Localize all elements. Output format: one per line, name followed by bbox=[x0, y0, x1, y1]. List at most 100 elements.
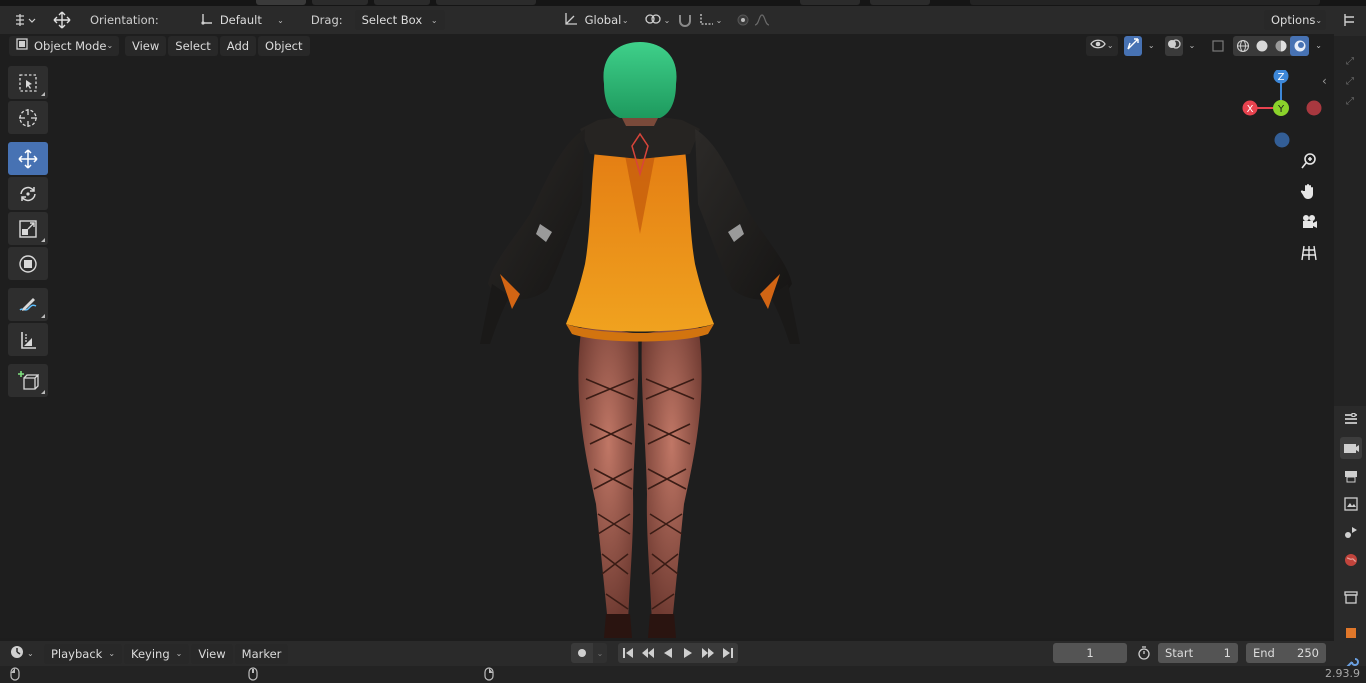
tool-properties-icon[interactable] bbox=[1340, 408, 1362, 430]
view-layer-properties-icon[interactable] bbox=[1340, 493, 1362, 515]
pivot-icon bbox=[644, 12, 662, 29]
outliner-icon[interactable] bbox=[1334, 6, 1366, 34]
viewport-header: Object Mode ⌄ View Select Add Object ⌄ ⌄… bbox=[0, 34, 1334, 57]
3d-viewport[interactable]: Z X Y ‹ bbox=[0, 34, 1334, 638]
gizmo-icon bbox=[1126, 37, 1140, 54]
end-value: 250 bbox=[1297, 646, 1319, 660]
pivot-point-dropdown[interactable]: ⌄ bbox=[640, 10, 672, 30]
output-properties-icon[interactable] bbox=[1340, 465, 1362, 487]
world-properties-icon[interactable] bbox=[1340, 549, 1362, 571]
start-frame-field[interactable]: Start 1 bbox=[1158, 643, 1238, 663]
workspace-tab[interactable] bbox=[436, 0, 536, 5]
workspace-tab[interactable] bbox=[312, 0, 368, 5]
snap-increment-icon bbox=[699, 12, 715, 29]
workspace-tab-active[interactable] bbox=[256, 0, 306, 5]
select-box-icon[interactable] bbox=[8, 66, 48, 99]
gizmo-y-label: Y bbox=[1277, 104, 1285, 115]
cursor-icon[interactable] bbox=[8, 101, 48, 134]
render-properties-icon[interactable] bbox=[1340, 437, 1362, 459]
chevron-down-icon[interactable]: ⌄ bbox=[1315, 41, 1322, 50]
workspace-tab[interactable] bbox=[870, 0, 930, 5]
menu-object[interactable]: Object bbox=[258, 35, 310, 56]
rotate-icon[interactable] bbox=[8, 177, 48, 210]
orientation-icon bbox=[563, 12, 579, 29]
transform-tool-icon[interactable] bbox=[8, 247, 48, 280]
play-icon[interactable] bbox=[678, 643, 698, 663]
overlays-toggle[interactable] bbox=[1164, 35, 1183, 56]
transform-icon[interactable] bbox=[48, 10, 76, 30]
playback-menu[interactable]: Playback ⌄ bbox=[44, 643, 123, 664]
menu-view[interactable]: View bbox=[125, 35, 167, 56]
chevron-down-icon[interactable]: ⌄ bbox=[1189, 41, 1196, 50]
workspace-tab[interactable] bbox=[800, 0, 860, 5]
marker-menu[interactable]: Marker bbox=[234, 643, 289, 664]
add-cube-icon[interactable] bbox=[8, 364, 48, 397]
end-frame-field[interactable]: End 250 bbox=[1246, 643, 1326, 663]
snap-icon[interactable] bbox=[674, 10, 696, 30]
scale-icon[interactable] bbox=[8, 212, 48, 245]
chevron-down-icon[interactable]: ⌄ bbox=[593, 643, 607, 663]
jump-end-icon[interactable] bbox=[718, 643, 738, 663]
snap-target-dropdown[interactable]: ⌄ bbox=[696, 10, 726, 30]
editor-type-icon[interactable] bbox=[10, 10, 40, 30]
move-icon[interactable] bbox=[8, 142, 48, 175]
timeline-view-menu[interactable]: View bbox=[191, 643, 233, 664]
play-reverse-icon[interactable] bbox=[658, 643, 678, 663]
falloff-icon[interactable] bbox=[754, 10, 776, 30]
chevron-down-icon: ⌄ bbox=[621, 15, 629, 25]
collection-properties-icon[interactable] bbox=[1340, 586, 1362, 608]
proportional-icon[interactable] bbox=[732, 10, 754, 30]
keying-label: Keying bbox=[131, 646, 170, 661]
scene-properties-icon[interactable] bbox=[1340, 521, 1362, 543]
measure-icon[interactable] bbox=[8, 323, 48, 356]
jump-start-icon[interactable] bbox=[618, 643, 638, 663]
xray-icon[interactable] bbox=[1209, 36, 1227, 56]
gizmo-x-label: X bbox=[1247, 104, 1254, 115]
stopwatch-icon[interactable] bbox=[1133, 643, 1155, 663]
chevron-down-icon: ⌄ bbox=[430, 15, 438, 25]
drag-dropdown[interactable]: Select Box ⌄ bbox=[354, 10, 445, 30]
current-frame-field[interactable]: 1 bbox=[1053, 643, 1127, 663]
options-dropdown[interactable]: Options ⌄ bbox=[1264, 10, 1326, 30]
tool-variants-indicator bbox=[41, 92, 45, 96]
orientation-dropdown[interactable]: Default ⌄ bbox=[193, 10, 291, 30]
record-icon[interactable] bbox=[571, 643, 593, 663]
workspace-tab[interactable] bbox=[970, 0, 1320, 5]
object-properties-icon[interactable] bbox=[1340, 622, 1362, 644]
hand-icon[interactable] bbox=[1296, 178, 1322, 204]
sidebar-toggle-icon[interactable]: ‹ bbox=[1322, 74, 1327, 88]
menu-select[interactable]: Select bbox=[168, 35, 218, 56]
mode-dropdown[interactable]: Object Mode ⌄ bbox=[9, 35, 119, 56]
chevron-down-icon: ⌄ bbox=[663, 15, 671, 25]
prev-keyframe-icon[interactable] bbox=[638, 643, 658, 663]
menu-add[interactable]: Add bbox=[219, 35, 257, 56]
camera-icon[interactable] bbox=[1296, 209, 1322, 235]
keying-menu[interactable]: Keying ⌄ bbox=[124, 643, 190, 664]
options-label: Options bbox=[1271, 13, 1316, 27]
chevron-down-icon: ⌄ bbox=[175, 649, 183, 658]
tool-settings-header: Orientation: Default ⌄ Drag: Select Box … bbox=[0, 6, 1334, 34]
mouse-left-icon bbox=[10, 667, 20, 683]
tool-shelf bbox=[8, 66, 50, 399]
transform-orientation-dropdown[interactable]: Global ⌄ bbox=[556, 10, 636, 30]
tool-variants-indicator bbox=[41, 238, 45, 242]
annotate-icon[interactable] bbox=[8, 288, 48, 321]
zoom-icon[interactable] bbox=[1296, 148, 1322, 174]
grid-icon[interactable] bbox=[1296, 240, 1322, 266]
visibility-dropdown[interactable]: ⌄ bbox=[1085, 35, 1118, 56]
chevron-down-icon[interactable]: ⌄ bbox=[1148, 41, 1155, 50]
next-keyframe-icon[interactable] bbox=[698, 643, 718, 663]
timeline-editor-dropdown[interactable]: ⌄ bbox=[6, 644, 40, 664]
workspace-tab[interactable] bbox=[374, 0, 430, 5]
outliner-area[interactable]: ⤢ ⤢ ⤢ bbox=[1334, 36, 1366, 406]
wireframe-shading-icon[interactable] bbox=[1233, 36, 1252, 56]
clock-icon bbox=[10, 645, 24, 662]
chevron-down-icon: ⌄ bbox=[108, 649, 116, 658]
properties-editor-strip: ⤢ ⤢ ⤢ bbox=[1334, 6, 1366, 683]
solid-shading-icon[interactable] bbox=[1252, 36, 1271, 56]
material-shading-icon[interactable] bbox=[1271, 36, 1290, 56]
status-bar: 2.93.9 bbox=[0, 666, 1366, 683]
chevron-down-icon: ⌄ bbox=[277, 15, 284, 25]
rendered-shading-icon[interactable] bbox=[1290, 35, 1310, 56]
gizmo-toggle[interactable] bbox=[1123, 35, 1142, 56]
